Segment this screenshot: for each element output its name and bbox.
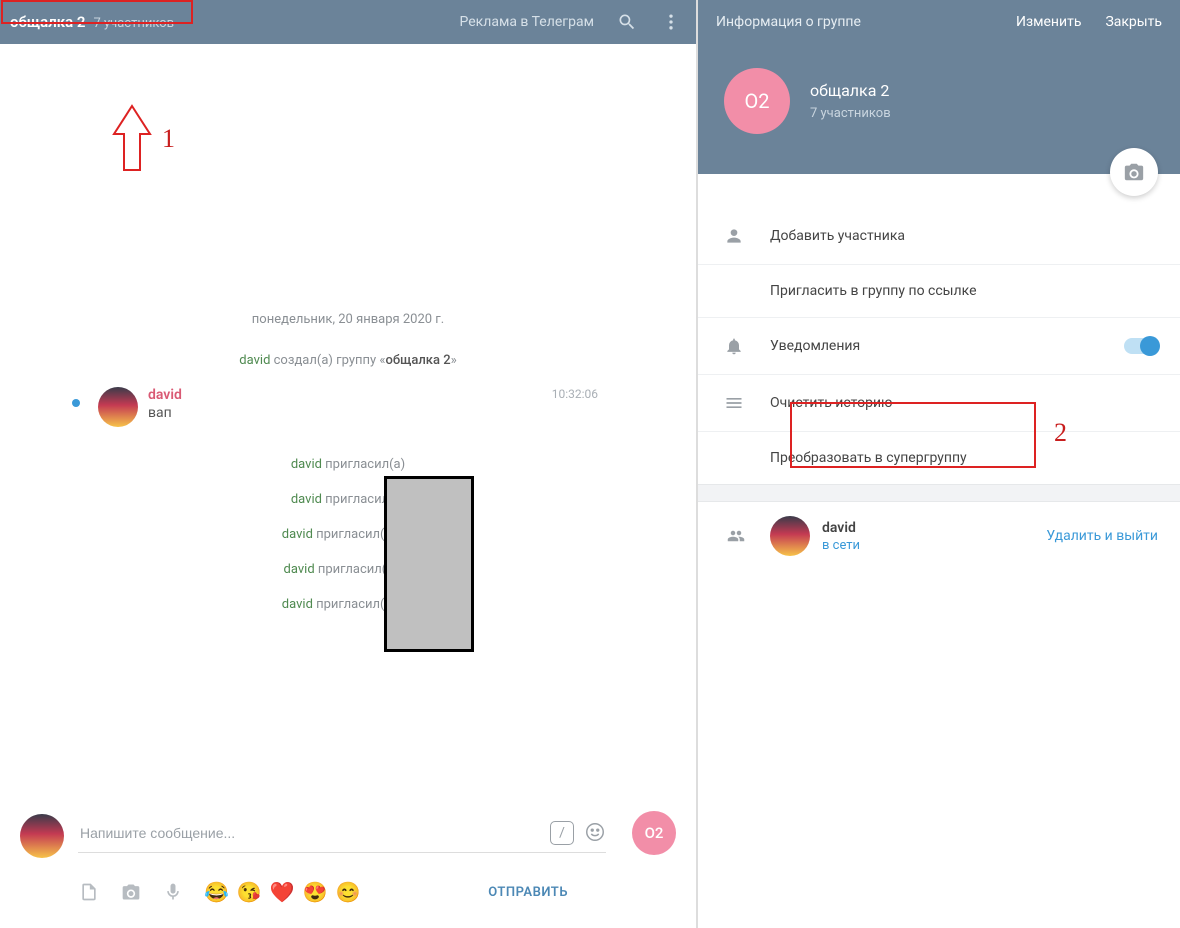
- chat-body: 1 понедельник, 20 января 2020 г. david с…: [0, 44, 696, 800]
- microphone-icon[interactable]: [162, 881, 184, 903]
- user-link[interactable]: david: [282, 597, 313, 612]
- info-list: Добавить участника Пригласить в группу п…: [698, 174, 1180, 570]
- close-button[interactable]: Закрыть: [1105, 14, 1162, 30]
- chat-subtitle: 7 участников: [93, 16, 174, 31]
- bell-icon: [724, 336, 770, 356]
- member-status: в сети: [822, 538, 860, 553]
- more-icon[interactable]: [660, 11, 682, 33]
- chat-header[interactable]: общалка 2 7 участников Реклама в Телегра…: [0, 0, 696, 44]
- message-text: вап: [148, 405, 552, 421]
- annotation-number-2: 2: [1054, 418, 1067, 448]
- format-icon[interactable]: /: [550, 821, 574, 845]
- message-input[interactable]: [80, 825, 536, 841]
- user-link[interactable]: david: [282, 527, 313, 542]
- system-invite-line: david пригласил(а) Vk: [0, 597, 696, 612]
- group-info-pane: Информация о группе Изменить Закрыть О2 …: [698, 0, 1180, 928]
- chat-pane: общалка 2 7 участников Реклама в Телегра…: [0, 0, 698, 928]
- group-avatar[interactable]: О2: [724, 68, 790, 134]
- message-author[interactable]: david: [148, 387, 552, 403]
- member-name: david: [822, 520, 860, 536]
- header-ad-link[interactable]: Реклама в Телеграм: [460, 14, 594, 30]
- composer: / О2 😂: [0, 800, 696, 928]
- recipient-avatar[interactable]: О2: [632, 811, 676, 855]
- self-avatar[interactable]: [20, 814, 64, 858]
- member-avatar[interactable]: [770, 516, 810, 556]
- notifications-toggle[interactable]: [1124, 338, 1158, 354]
- group-name: общалка 2: [810, 81, 891, 100]
- emoji-picker-icon[interactable]: [584, 821, 606, 847]
- system-invite-line: david пригласил(а) M: [0, 562, 696, 577]
- user-link[interactable]: david: [239, 353, 270, 368]
- chat-title: общалка 2: [10, 13, 85, 31]
- emoji-kiss-icon[interactable]: 😘: [237, 880, 262, 904]
- person-icon: [724, 226, 770, 246]
- user-link[interactable]: david: [284, 562, 315, 577]
- system-invite-line: david пригласил(а): [0, 492, 696, 507]
- system-invite-line: david пригласил(а) Vk: [0, 527, 696, 542]
- emoji-heart-icon[interactable]: ❤️: [270, 880, 295, 904]
- info-header: Информация о группе Изменить Закрыть: [698, 0, 1180, 44]
- message-row: david вап 10:32:06: [0, 377, 696, 437]
- emoji-laugh-icon[interactable]: 😂: [204, 880, 229, 904]
- convert-supergroup-row[interactable]: Преобразовать в супергруппу: [698, 432, 1180, 484]
- system-created-line: david создал(а) группу «общалка 2»: [0, 353, 696, 368]
- group-members-count: 7 участников: [810, 106, 891, 121]
- message-time: 10:32:06: [552, 387, 598, 401]
- annotation-number-1: 1: [162, 124, 175, 154]
- camera-icon[interactable]: [120, 881, 142, 903]
- emoji-smile-icon[interactable]: 😊: [336, 880, 361, 904]
- notifications-row[interactable]: Уведомления: [698, 318, 1180, 375]
- attach-file-icon[interactable]: [78, 881, 100, 903]
- search-icon[interactable]: [616, 11, 638, 33]
- emoji-hearteyes-icon[interactable]: 😍: [303, 880, 328, 904]
- system-invite-line: david пригласил(а): [0, 457, 696, 472]
- info-hero: О2 общалка 2 7 участников: [698, 44, 1180, 174]
- avatar[interactable]: [98, 387, 138, 427]
- annotation-arrow-icon: [112, 104, 152, 174]
- add-member-row[interactable]: Добавить участника: [698, 208, 1180, 265]
- menu-icon: [724, 393, 770, 413]
- members-separator: [698, 484, 1180, 502]
- quick-emoji-row: 😂 😘 ❤️ 😍 😊: [204, 880, 361, 904]
- clear-history-row[interactable]: Очистить историю: [698, 375, 1180, 432]
- edit-button[interactable]: Изменить: [1016, 14, 1081, 30]
- user-link[interactable]: david: [291, 457, 322, 472]
- redacted-block: [384, 476, 474, 652]
- leave-group-button[interactable]: Удалить и выйти: [1046, 528, 1158, 544]
- info-header-title: Информация о группе: [716, 14, 861, 30]
- date-separator: понедельник, 20 января 2020 г.: [0, 312, 696, 327]
- people-icon: [724, 527, 770, 545]
- member-row[interactable]: david в сети Удалить и выйти: [698, 502, 1180, 570]
- user-link[interactable]: david: [291, 492, 322, 507]
- invite-link-row[interactable]: Пригласить в группу по ссылке: [698, 265, 1180, 318]
- send-button[interactable]: ОТПРАВИТЬ: [488, 885, 568, 900]
- unread-dot-icon: [72, 399, 80, 407]
